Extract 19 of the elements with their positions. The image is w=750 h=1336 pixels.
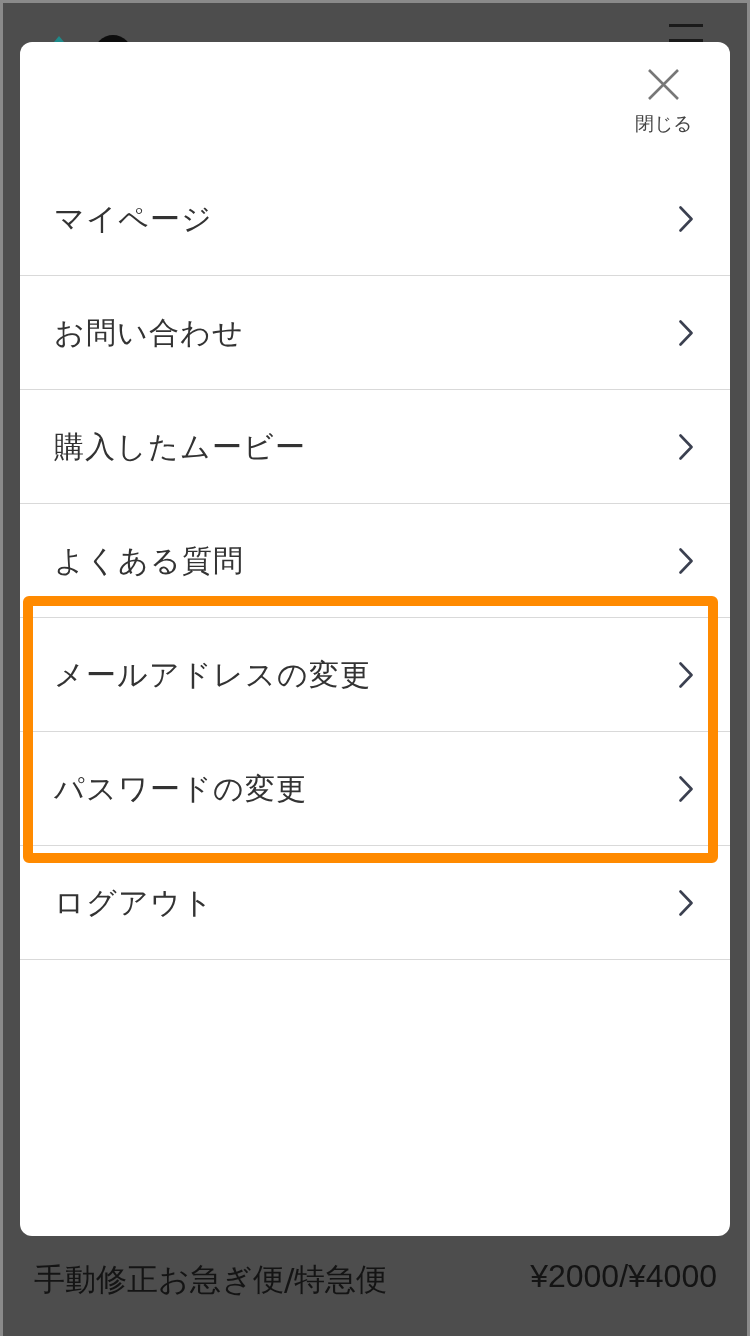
chevron-right-icon (679, 205, 693, 232)
chevron-right-icon (679, 661, 693, 688)
price-text: ¥2000/¥4000 (530, 1260, 717, 1292)
menu-icon[interactable] (669, 24, 703, 42)
chevron-right-icon (679, 547, 693, 574)
chevron-right-icon (679, 319, 693, 346)
menu-item[interactable]: よくある質問 (20, 504, 730, 618)
menu-item[interactable]: 購入したムービー (20, 390, 730, 504)
chevron-right-icon (679, 433, 693, 460)
menu-item[interactable]: ログアウト (20, 846, 730, 960)
menu-item[interactable]: マイページ (20, 162, 730, 276)
close-button[interactable]: 閉じる (635, 69, 692, 133)
menu-item[interactable]: パスワードの変更 (20, 732, 730, 846)
close-icon (648, 69, 679, 100)
chevron-right-icon (679, 889, 693, 916)
menu-item[interactable]: メールアドレスの変更 (20, 618, 730, 732)
service-title: 手動修正お急ぎ便/特急便 (34, 1264, 388, 1295)
chevron-right-icon (679, 775, 693, 802)
menu-item[interactable]: お問い合わせ (20, 276, 730, 390)
